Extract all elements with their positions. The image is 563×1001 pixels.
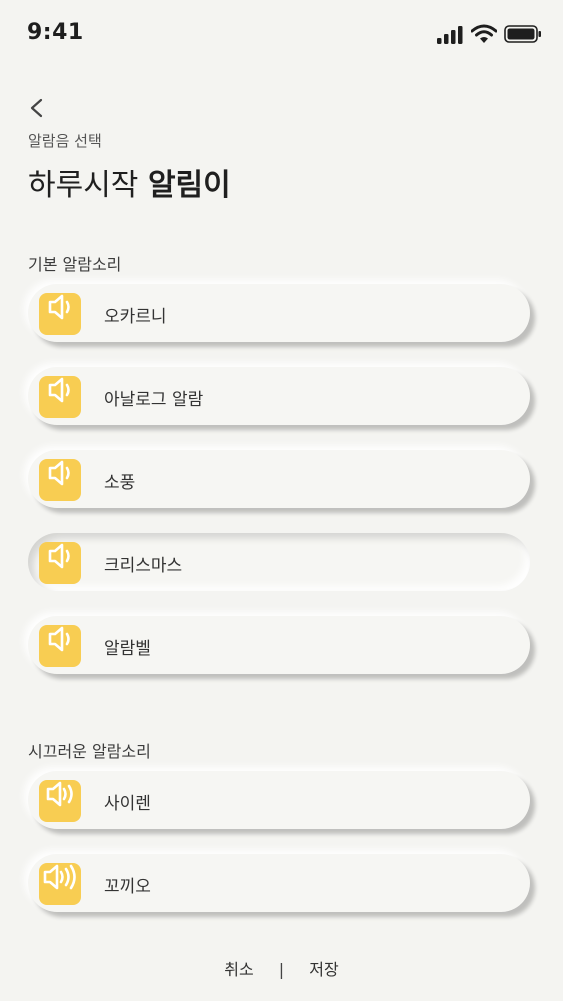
footer-actions: 취소 | 저장: [0, 956, 563, 980]
speaker-low-icon: [39, 625, 81, 667]
speaker-loud-icon: [39, 863, 81, 905]
speaker-low-icon: [39, 459, 81, 501]
page-title: 하루시작 알림이: [28, 160, 231, 204]
alarm-option-okarni[interactable]: 오카르니: [28, 284, 530, 342]
alarm-option-analog-alarm[interactable]: 아날로그 알람: [28, 367, 530, 425]
speaker-low-icon: [39, 542, 81, 584]
alarm-option-kkokkio[interactable]: 꼬끼오: [28, 854, 530, 912]
alarm-option-label: 오카르니: [104, 307, 167, 327]
alarm-option-label: 소풍: [104, 473, 136, 493]
alarm-option-siren[interactable]: 사이렌: [28, 771, 530, 829]
status-time: 9:41: [27, 20, 84, 45]
speaker-low-icon: [39, 293, 81, 335]
cancel-button[interactable]: 취소: [224, 956, 253, 980]
alarm-option-label: 크리스마스: [104, 556, 183, 576]
loud-alarm-list: 사이렌 꼬끼오: [28, 771, 530, 937]
speaker-medium-icon: [39, 780, 81, 822]
alarm-option-christmas[interactable]: 크리스마스: [28, 533, 530, 591]
page-title-bold: 알림이: [147, 168, 231, 203]
page-title-regular: 하루시작: [28, 168, 148, 203]
section-label-loud: 시끄러운 알람소리: [28, 742, 151, 761]
wifi-icon: [471, 24, 497, 43]
alarm-option-label: 꼬끼오: [104, 877, 151, 897]
alarm-option-label: 사이렌: [104, 794, 151, 814]
back-chevron-icon[interactable]: [26, 96, 50, 120]
save-button[interactable]: 저장: [309, 956, 338, 980]
section-label-basic: 기본 알람소리: [28, 255, 122, 274]
page-subtitle: 알람음 선택: [28, 132, 102, 150]
speaker-low-icon: [39, 376, 81, 418]
cellular-signal-icon: [437, 26, 463, 44]
alarm-option-alarm-bell[interactable]: 알람벨: [28, 616, 530, 674]
battery-icon: [504, 25, 541, 43]
alarm-option-sopung[interactable]: 소풍: [28, 450, 530, 508]
status-bar: 9:41: [0, 0, 563, 66]
footer-separator: |: [278, 960, 285, 979]
alarm-option-label: 알람벨: [104, 639, 151, 659]
alarm-option-label: 아날로그 알람: [104, 390, 204, 410]
basic-alarm-list: 오카르니 아날로그 알람 소풍 크리스마스 알람벨: [28, 284, 530, 699]
